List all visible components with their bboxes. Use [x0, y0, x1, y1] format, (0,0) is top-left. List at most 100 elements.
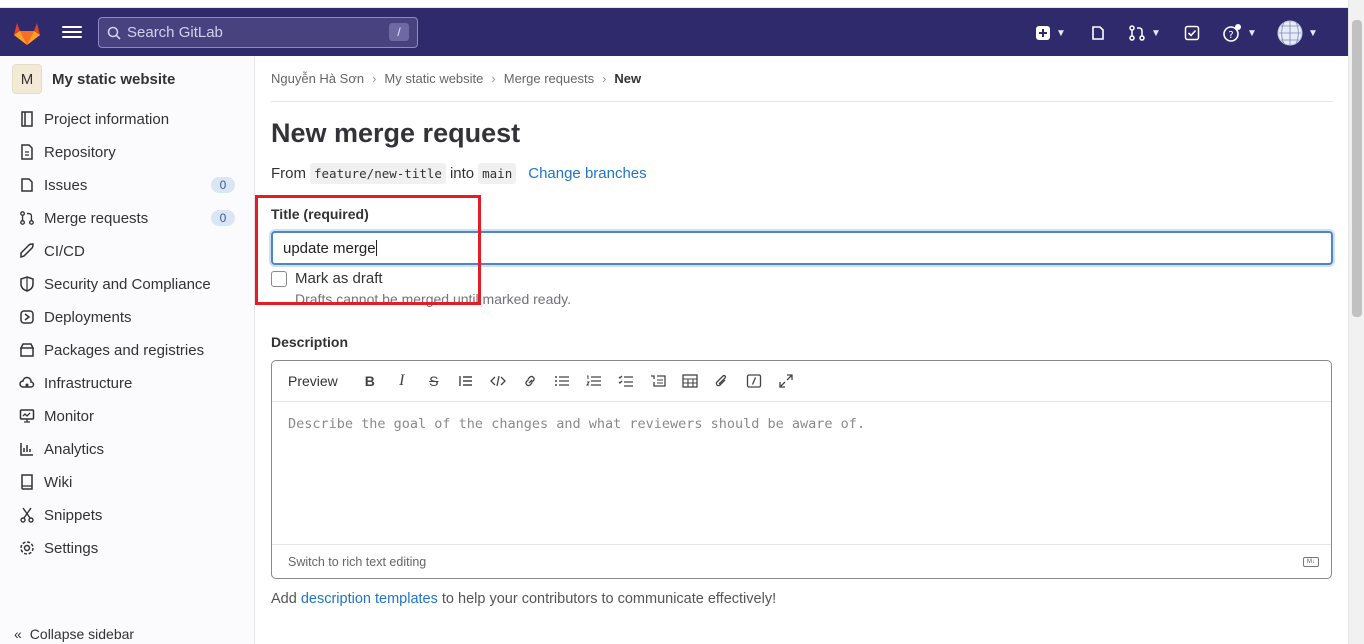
search-icon	[107, 26, 121, 40]
switch-rich-text-button[interactable]: Switch to rich text editing	[288, 555, 426, 569]
sidebar-item-monitor[interactable]: Monitor	[0, 401, 255, 431]
sidebar-item-infrastructure[interactable]: Infrastructure	[0, 368, 255, 398]
numbered-list-icon[interactable]	[578, 369, 610, 393]
scissors-icon	[18, 506, 36, 524]
collapse-sidebar-label: Collapse sidebar	[29, 626, 135, 642]
sidebar-item-label: Merge requests	[44, 209, 149, 227]
page-scrollbar[interactable]	[1348, 0, 1364, 644]
avatar	[1277, 20, 1303, 46]
sidebar-item-wiki[interactable]: Wiki	[0, 467, 255, 497]
doc-icon	[18, 143, 36, 161]
link-icon[interactable]	[514, 369, 546, 393]
create-new-button[interactable]: ▼	[1035, 20, 1066, 46]
chevron-down-icon: ▼	[1247, 27, 1257, 39]
help-nav-button[interactable]: ? ▼	[1222, 20, 1257, 46]
search-placeholder: Search GitLab	[127, 24, 223, 41]
sidebar-item-label: Wiki	[44, 473, 73, 491]
editor-footer: Switch to rich text editing M↓	[272, 544, 1331, 578]
code-icon[interactable]	[482, 369, 514, 393]
attach-file-icon[interactable]	[706, 369, 738, 393]
project-name: My static website	[52, 70, 176, 88]
gitlab-logo-icon[interactable]	[12, 18, 42, 46]
quote-icon[interactable]	[450, 369, 482, 393]
description-templates-link[interactable]: description templates	[301, 591, 438, 607]
scrollbar-thumb[interactable]	[1352, 20, 1362, 317]
collapse-sidebar-button[interactable]: « Collapse sidebar	[14, 626, 134, 642]
breadcrumb-current[interactable]: New	[614, 71, 641, 86]
sidebar-item-settings[interactable]: Settings	[0, 533, 255, 563]
sidebar-item-label: Project information	[44, 110, 170, 128]
search-input[interactable]: Search GitLab /	[98, 17, 418, 48]
merge-request-icon	[18, 209, 36, 227]
bold-icon[interactable]: B	[354, 369, 386, 393]
browser-top-strip	[0, 0, 1364, 8]
shield-icon	[18, 275, 36, 293]
menu-icon[interactable]	[62, 23, 82, 41]
chevron-down-icon: ▼	[1308, 27, 1318, 39]
breadcrumb: Nguyễn Hà Sơn › My static website › Merg…	[271, 56, 1333, 102]
sidebar-item-merge-requests[interactable]: Merge requests 0	[0, 203, 255, 233]
page-title: New merge request	[271, 118, 521, 148]
change-branches-link[interactable]: Change branches	[528, 165, 646, 182]
project-avatar: M	[12, 64, 42, 94]
sidebar-item-repository[interactable]: Repository	[0, 137, 255, 167]
sidebar-item-label: Snippets	[44, 506, 103, 524]
collapsible-section-icon[interactable]	[642, 369, 674, 393]
help-suffix: to help your contributors to communicate…	[441, 591, 777, 607]
italic-icon[interactable]: I	[386, 369, 418, 393]
preview-tab[interactable]: Preview	[288, 373, 338, 389]
todos-nav-button[interactable]	[1184, 20, 1200, 46]
cloud-icon	[18, 374, 36, 392]
sidebar-project-header[interactable]: M My static website	[0, 56, 254, 102]
sidebar-item-label: Packages and registries	[44, 341, 205, 359]
info-icon	[18, 110, 36, 128]
branch-info: From feature/new-title into main Change …	[271, 163, 1333, 184]
sidebar-item-issues[interactable]: Issues 0	[0, 170, 255, 200]
sidebar-item-label: Settings	[44, 539, 99, 557]
task-list-icon[interactable]	[610, 369, 642, 393]
issues-count-badge: 0	[211, 177, 235, 193]
monitor-icon	[18, 407, 36, 425]
sidebar-item-project-information[interactable]: Project information	[0, 104, 255, 134]
sidebar-item-label: Infrastructure	[44, 374, 133, 392]
sidebar-item-deployments[interactable]: Deployments	[0, 302, 255, 332]
from-label: From	[271, 165, 306, 182]
breadcrumb-user[interactable]: Nguyễn Hà Sơn	[271, 71, 364, 86]
description-label: Description	[271, 334, 349, 350]
sidebar-item-security[interactable]: Security and Compliance	[0, 269, 255, 299]
project-sidebar: M My static website Project information …	[0, 56, 255, 644]
fullscreen-icon[interactable]	[770, 369, 802, 393]
sidebar-item-label: Issues	[44, 176, 88, 194]
breadcrumb-merge-requests[interactable]: Merge requests	[504, 71, 594, 86]
strikethrough-icon[interactable]: S	[418, 369, 450, 393]
editor-toolbar: Preview B I S	[272, 361, 1331, 402]
description-editor: Preview B I S Describe the goal of the c…	[271, 360, 1332, 579]
help-icon: ?	[1223, 24, 1241, 42]
issues-icon	[18, 176, 36, 194]
breadcrumb-separator: ›	[491, 71, 496, 86]
highlight-annotation-box	[255, 195, 481, 305]
breadcrumb-separator: ›	[372, 71, 377, 86]
bullet-list-icon[interactable]	[546, 369, 578, 393]
chevron-down-icon: ▼	[1151, 27, 1161, 39]
sidebar-item-analytics[interactable]: Analytics	[0, 434, 255, 464]
issues-nav-button[interactable]	[1090, 20, 1106, 46]
rocket-icon	[18, 242, 36, 260]
sidebar-item-ci-cd[interactable]: CI/CD	[0, 236, 255, 266]
table-icon[interactable]	[674, 369, 706, 393]
top-navbar: Search GitLab / ▼ ▼ ? ▼ ▼	[0, 8, 1348, 56]
breadcrumb-project[interactable]: My static website	[384, 71, 483, 86]
target-branch: main	[478, 163, 517, 184]
description-textarea[interactable]: Describe the goal of the changes and wha…	[272, 402, 1331, 446]
sidebar-item-packages[interactable]: Packages and registries	[0, 335, 255, 365]
merge-requests-nav-button[interactable]: ▼	[1128, 20, 1161, 46]
sidebar-item-label: CI/CD	[44, 242, 85, 260]
book-icon	[18, 473, 36, 491]
description-help: Add description templates to help your c…	[271, 591, 776, 607]
merge-requests-count-badge: 0	[211, 210, 235, 226]
issues-icon	[1092, 26, 1104, 40]
quick-actions-icon[interactable]	[738, 369, 770, 393]
sidebar-item-snippets[interactable]: Snippets	[0, 500, 255, 530]
user-menu-button[interactable]: ▼	[1277, 18, 1318, 48]
sidebar-item-label: Monitor	[44, 407, 95, 425]
